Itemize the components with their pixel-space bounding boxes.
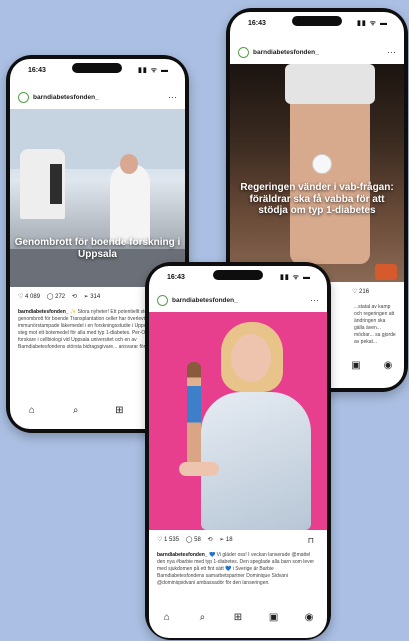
account-avatar[interactable]	[18, 92, 29, 103]
status-icons: ▮▮ ᯤ ▬	[280, 274, 311, 281]
share-count[interactable]: ➢ 314	[84, 294, 101, 300]
status-icons: ▮▮ ᯤ ▬	[138, 67, 169, 74]
status-time: 16:43	[28, 67, 46, 74]
profile-icon[interactable]: ◉	[381, 359, 395, 373]
post-header: barndiabetesfonden_ ⋯	[10, 89, 185, 107]
bottom-nav: ▣ ◉	[340, 356, 404, 376]
post-caption: ...statal av kamp och regeringen att änd…	[354, 304, 396, 344]
woman-face	[231, 334, 271, 382]
post-actions: ♡ 216	[352, 288, 396, 302]
caption-user[interactable]: barndiabetesfonden_	[157, 552, 208, 558]
status-bar: 16:43 ▮▮ ᯤ ▬	[230, 12, 404, 32]
satin-jacket	[201, 392, 311, 530]
caption-user[interactable]: barndiabetesfonden_	[18, 309, 69, 315]
bookmark-icon[interactable]: ⊓	[308, 536, 314, 545]
glucose-sensor	[312, 154, 332, 174]
shirt-lifted	[285, 64, 375, 104]
account-avatar[interactable]	[238, 47, 249, 58]
status-time: 16:43	[167, 274, 185, 281]
more-icon[interactable]: ⋯	[168, 92, 177, 103]
status-icons: ▮▮ ᯤ ▬	[357, 20, 388, 27]
repost-icon[interactable]: ⟲	[207, 537, 212, 543]
comment-count[interactable]: ◯ 272	[47, 294, 65, 300]
post-headline: Regeringen vänder i vab-frågan: föräldra…	[240, 182, 394, 216]
like-count[interactable]: ♡ 1 535	[157, 537, 179, 543]
post-headline: Genombrott för boende forskning i Uppsal…	[14, 237, 181, 260]
woman-hand	[179, 462, 219, 476]
post-image[interactable]	[149, 312, 327, 530]
status-bar: 16:43 ▮▮ ᯤ ▬	[10, 59, 185, 79]
notch	[213, 270, 263, 280]
researcher-head	[120, 154, 138, 174]
notch	[292, 16, 342, 26]
comment-count[interactable]: ◯ 58	[186, 537, 201, 543]
post-header: barndiabetesfonden_ ⋯	[230, 44, 404, 62]
more-icon[interactable]: ⋯	[387, 47, 396, 58]
status-bar: 16:43 ▮▮ ᯤ ▬	[149, 266, 327, 286]
caption-text: ...statal av kamp och regeringen att änd…	[354, 304, 396, 344]
repost-icon[interactable]: ⟲	[72, 294, 77, 300]
microscope-arm	[50, 164, 62, 204]
bottom-nav: ⌂ ⌕ ⊞ ▣ ◉	[149, 608, 327, 628]
search-icon[interactable]: ⌕	[69, 404, 83, 418]
add-post-icon[interactable]: ⊞	[231, 611, 245, 625]
reels-icon[interactable]: ▣	[267, 611, 281, 625]
like-count[interactable]: ♡ 216	[352, 289, 369, 295]
search-icon[interactable]: ⌕	[195, 611, 209, 625]
barbie-doll	[187, 362, 201, 472]
like-count[interactable]: ♡ 4 089	[18, 294, 40, 300]
share-count[interactable]: ➢ 18	[219, 537, 232, 543]
post-image[interactable]: Genombrott för boende forskning i Uppsal…	[10, 109, 185, 287]
post-header: barndiabetesfonden_ ⋯	[149, 292, 327, 310]
account-name[interactable]: barndiabetesfonden_	[172, 297, 238, 304]
researcher-figure	[110, 164, 150, 244]
phone-front-screen: 16:43 ▮▮ ᯤ ▬ barndiabetesfonden_ ⋯ ♡ 1 5…	[149, 266, 327, 638]
post-image[interactable]: Regeringen vänder i vab-frågan: föräldra…	[230, 64, 404, 282]
home-icon[interactable]: ⌂	[160, 611, 174, 625]
account-avatar[interactable]	[157, 295, 168, 306]
status-time: 16:43	[248, 20, 266, 27]
phone-front: 16:43 ▮▮ ᯤ ▬ barndiabetesfonden_ ⋯ ♡ 1 5…	[145, 262, 331, 640]
account-name[interactable]: barndiabetesfonden_	[33, 94, 99, 101]
account-name[interactable]: barndiabetesfonden_	[253, 49, 319, 56]
more-icon[interactable]: ⋯	[310, 295, 319, 306]
post-actions: ♡ 1 535 ◯ 58 ⟲ ➢ 18 ⊓	[157, 536, 319, 550]
notch	[72, 63, 122, 73]
post-caption: barndiabetesfonden_ 💙 Vi gläder oss! I v…	[157, 552, 319, 602]
orange-cup	[375, 264, 397, 280]
reels-icon[interactable]: ▣	[349, 359, 363, 373]
profile-icon[interactable]: ◉	[302, 611, 316, 625]
add-post-icon[interactable]: ⊞	[112, 404, 126, 418]
home-icon[interactable]: ⌂	[25, 404, 39, 418]
